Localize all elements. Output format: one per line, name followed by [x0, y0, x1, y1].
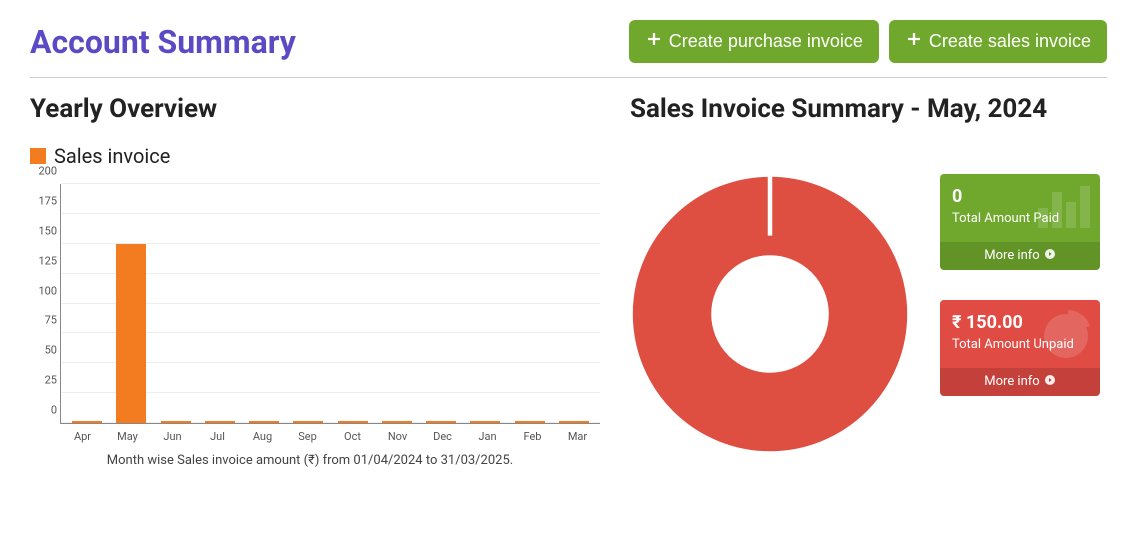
bar-col — [109, 184, 153, 423]
more-info-label: More info — [984, 248, 1039, 263]
total-paid-more-info-link[interactable]: More info — [940, 242, 1100, 270]
bar — [382, 421, 412, 423]
bar — [426, 421, 456, 423]
plus-icon — [645, 30, 663, 53]
bars — [61, 184, 600, 423]
legend-swatch-icon — [30, 148, 46, 164]
bar-col — [198, 184, 242, 423]
bar-chart-caption: Month wise Sales invoice amount (₹) from… — [30, 453, 590, 468]
bar-col — [65, 184, 109, 423]
bar — [338, 421, 368, 423]
bar — [116, 244, 146, 423]
x-tick-label: Jun — [150, 430, 195, 443]
y-tick-label: 125 — [31, 254, 57, 267]
x-tick-label: Sep — [285, 430, 330, 443]
total-paid-card: 0 Total Amount Paid More info — [940, 174, 1100, 270]
y-tick-label: 200 — [31, 165, 57, 178]
bar-col — [463, 184, 507, 423]
x-tick-label: Dec — [420, 430, 465, 443]
create-purchase-invoice-button[interactable]: Create purchase invoice — [629, 20, 879, 63]
y-tick-label: 0 — [31, 404, 57, 417]
bar-col — [552, 184, 596, 423]
x-tick-label: Jan — [465, 430, 510, 443]
content: Yearly Overview Sales invoice 0255075100… — [30, 94, 1107, 468]
total-unpaid-value: ₹ 150.00 — [952, 312, 1088, 333]
sales-summary-title: Sales Invoice Summary - May, 2024 — [630, 94, 1107, 124]
arrow-right-circle-icon — [1044, 374, 1056, 390]
y-tick-label: 100 — [31, 284, 57, 297]
bar-chart: 0255075100125150175200 — [60, 184, 600, 424]
legend-label: Sales invoice — [54, 144, 170, 168]
total-paid-value: 0 — [952, 186, 1088, 207]
total-unpaid-card: ₹ 150.00 Total Amount Unpaid More info — [940, 300, 1100, 396]
sales-summary-panel: Sales Invoice Summary - May, 2024 0 Tota… — [630, 94, 1107, 468]
x-tick-label: Jul — [195, 430, 240, 443]
bar-col — [419, 184, 463, 423]
bar — [161, 421, 191, 423]
total-unpaid-more-info-link[interactable]: More info — [940, 368, 1100, 396]
bar — [515, 421, 545, 423]
y-tick-label: 150 — [31, 224, 57, 237]
create-sales-invoice-button[interactable]: Create sales invoice — [889, 20, 1107, 63]
bar-legend: Sales invoice — [30, 144, 590, 168]
bar-col — [508, 184, 552, 423]
plus-icon — [905, 30, 923, 53]
x-tick-label: Aug — [240, 430, 285, 443]
x-tick-label: Feb — [510, 430, 555, 443]
bar-col — [154, 184, 198, 423]
header-actions: Create purchase invoice Create sales inv… — [629, 20, 1107, 63]
bar — [559, 421, 589, 423]
total-paid-label: Total Amount Paid — [952, 211, 1088, 228]
summary-cards: 0 Total Amount Paid More info — [940, 174, 1100, 396]
total-unpaid-label: Total Amount Unpaid — [952, 337, 1088, 354]
sales-summary-body: 0 Total Amount Paid More info — [630, 144, 1107, 454]
yearly-overview-panel: Yearly Overview Sales invoice 0 25 50 75 100… — [30, 94, 590, 468]
bar — [470, 421, 500, 423]
x-tick-label: Nov — [375, 430, 420, 443]
donut-chart — [630, 174, 910, 454]
more-info-label: More info — [984, 374, 1039, 389]
x-tick-label: Oct — [330, 430, 375, 443]
bar-col — [242, 184, 286, 423]
bar-col — [331, 184, 375, 423]
y-tick-label: 175 — [31, 194, 57, 207]
x-tick-label: Apr — [60, 430, 105, 443]
bar-col — [286, 184, 330, 423]
bar — [293, 421, 323, 423]
bar-x-labels: AprMayJunJulAugSepOctNovDecJanFebMar — [60, 430, 600, 443]
create-sales-label: Create sales invoice — [929, 31, 1091, 52]
create-purchase-label: Create purchase invoice — [669, 31, 863, 52]
bar-col — [375, 184, 419, 423]
page-title: Account Summary — [30, 23, 296, 61]
x-tick-label: May — [105, 430, 150, 443]
header: Account Summary Create purchase invoice … — [30, 20, 1107, 78]
bar — [72, 421, 102, 423]
bar — [205, 421, 235, 423]
y-tick-label: 75 — [31, 314, 57, 327]
arrow-right-circle-icon — [1044, 248, 1056, 264]
y-tick-label: 25 — [31, 374, 57, 387]
yearly-overview-title: Yearly Overview — [30, 94, 590, 124]
bar — [249, 421, 279, 423]
x-tick-label: Mar — [555, 430, 600, 443]
y-tick-label: 50 — [31, 344, 57, 357]
